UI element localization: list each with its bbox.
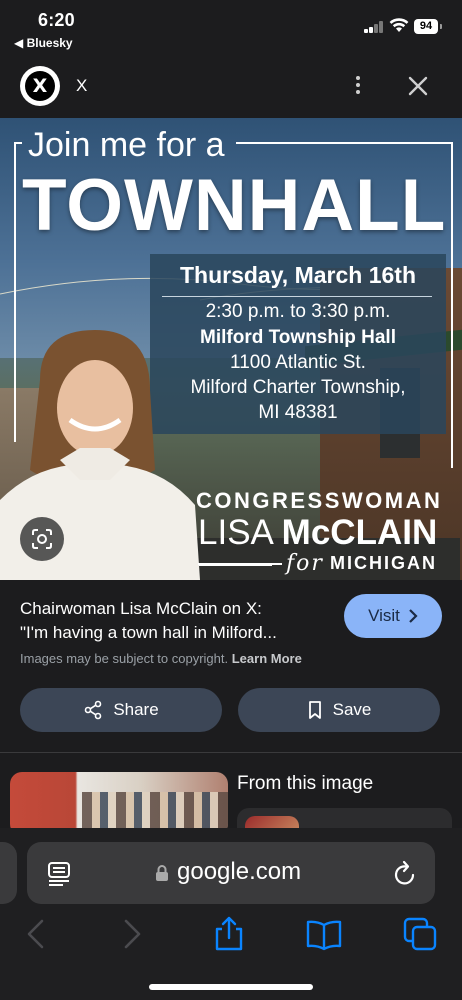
status-bar: 6:20 ◀ Bluesky 94 — [0, 0, 462, 56]
cellular-signal-icon — [364, 21, 384, 33]
share-sheet-icon[interactable] — [211, 916, 247, 952]
x-logo-icon: X — [20, 66, 60, 106]
share-button[interactable]: Share — [20, 688, 222, 732]
event-time: 2:30 p.m. to 3:30 p.m. — [205, 301, 391, 322]
url-text: google.com — [177, 858, 302, 885]
forward-arrow-icon[interactable] — [114, 916, 150, 952]
visual-search-button[interactable] — [20, 517, 64, 561]
battery-icon: 94 — [414, 19, 442, 34]
share-icon — [85, 700, 102, 720]
visit-button[interactable]: Visit — [344, 594, 442, 638]
poster-headline: TOWNHALL — [22, 165, 447, 246]
from-this-image-heading: From this image — [237, 773, 374, 794]
related-image-thumbnail[interactable] — [10, 772, 228, 836]
result-header: X X — [0, 60, 462, 112]
back-to-app-link[interactable]: ◀ Bluesky — [14, 36, 73, 50]
wifi-icon — [389, 18, 409, 32]
home-indicator — [149, 984, 313, 990]
more-options-icon[interactable] — [348, 73, 368, 99]
browser-toolbar: google.com — [0, 828, 462, 1000]
poster-intro-text: Join me for a — [28, 126, 225, 164]
candidate-for-text: for — [286, 551, 324, 576]
source-title: X — [76, 76, 88, 95]
chevron-right-icon — [409, 609, 418, 623]
learn-more-link[interactable]: Learn More — [232, 651, 302, 666]
address-bar[interactable]: google.com — [27, 842, 435, 904]
tabs-icon[interactable] — [402, 916, 438, 952]
reader-mode-icon[interactable] — [47, 860, 71, 888]
candidate-state: MICHIGAN — [330, 553, 437, 573]
bookmark-icon — [308, 701, 321, 719]
lens-icon — [32, 529, 52, 549]
reload-icon[interactable] — [391, 858, 419, 888]
status-time: 6:20 — [38, 10, 75, 30]
bookmarks-icon[interactable] — [306, 916, 342, 952]
result-image[interactable]: Join me for a TOWNHALL Thursday, March 1… — [0, 118, 462, 580]
lock-icon — [156, 865, 168, 881]
close-icon[interactable] — [404, 72, 432, 100]
previous-tab-peek[interactable] — [0, 842, 17, 904]
candidate-title: CONGRESSWOMAN — [196, 488, 443, 513]
event-date: Thursday, March 16th — [179, 262, 417, 288]
result-title[interactable]: Chairwoman Lisa McClain on X: "I'm havin… — [20, 597, 338, 645]
candidate-name: LISA McCLAIN — [198, 513, 438, 552]
save-button[interactable]: Save — [238, 688, 440, 732]
back-arrow-icon[interactable] — [18, 916, 54, 952]
copyright-notice: Images may be subject to copyright. Lear… — [20, 651, 302, 666]
